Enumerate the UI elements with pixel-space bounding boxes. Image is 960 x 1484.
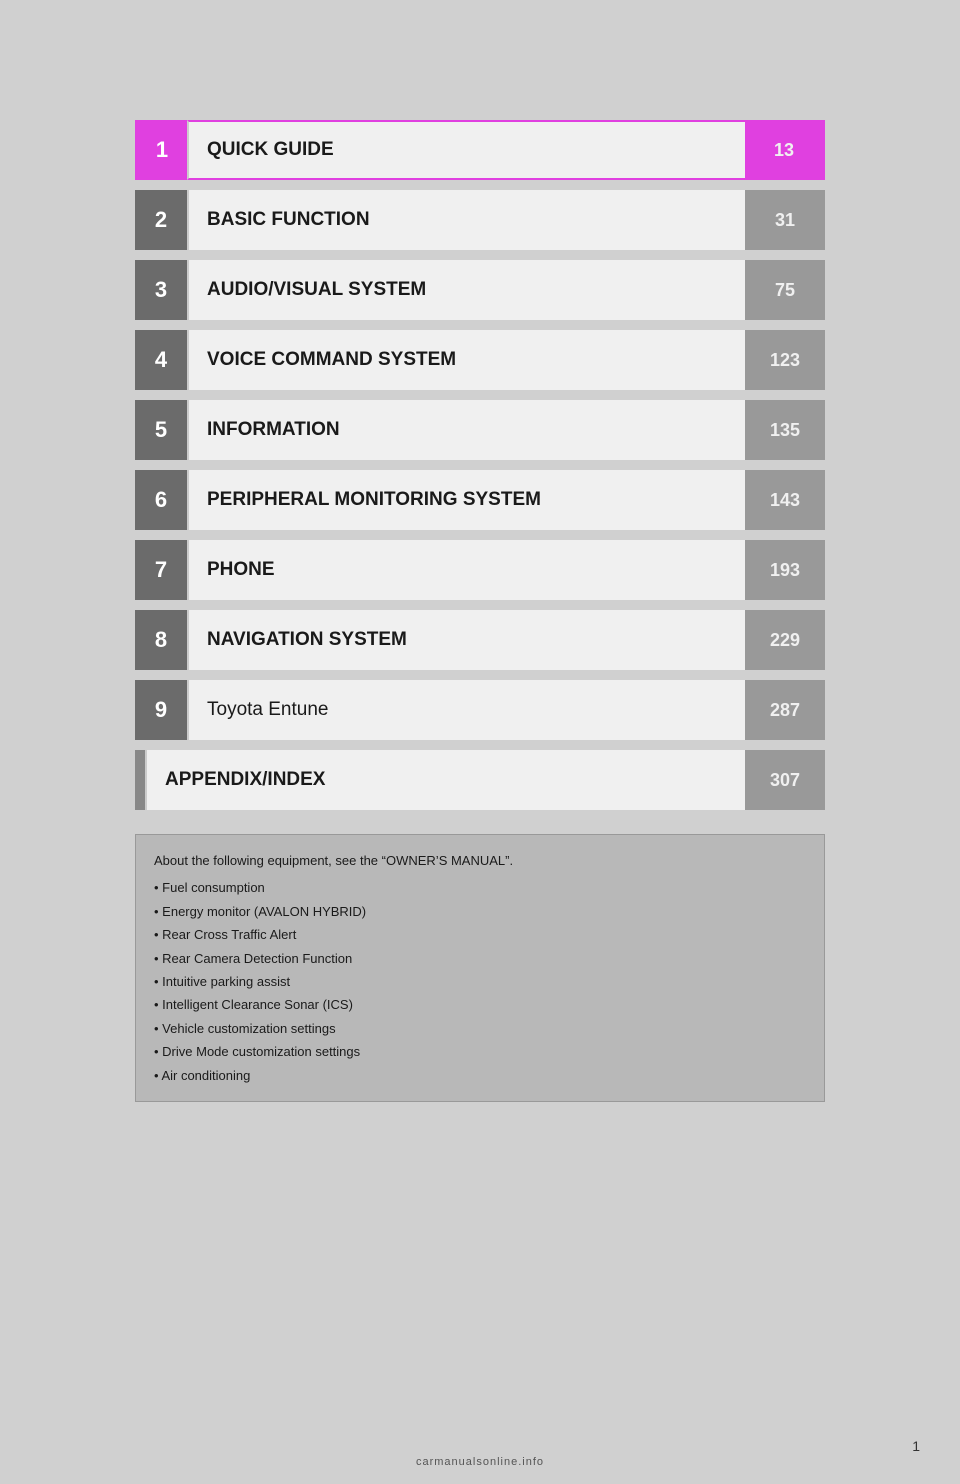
toc-number-9: 9	[135, 680, 187, 740]
toc-page-6: 143	[745, 470, 825, 530]
toc-title-1: QUICK GUIDE	[187, 120, 745, 180]
toc-title-appendix: APPENDIX/INDEX	[145, 750, 745, 810]
toc-page-4: 123	[745, 330, 825, 390]
toc-row-6[interactable]: 6 PERIPHERAL MONITORING SYSTEM 143	[135, 470, 825, 530]
info-item-8: Drive Mode customization settings	[154, 1040, 806, 1063]
toc-page-8: 229	[745, 610, 825, 670]
toc-row-4[interactable]: 4 VOICE COMMAND SYSTEM 123	[135, 330, 825, 390]
info-item-9: Air conditioning	[154, 1064, 806, 1087]
toc-title-9: Toyota Entune	[187, 680, 745, 740]
toc-number-4: 4	[135, 330, 187, 390]
toc-page-appendix: 307	[745, 750, 825, 810]
toc-number-6: 6	[135, 470, 187, 530]
toc-page-7: 193	[745, 540, 825, 600]
toc-page-1: 13	[745, 120, 825, 180]
info-item-4: Rear Camera Detection Function	[154, 947, 806, 970]
info-box: About the following equipment, see the “…	[135, 834, 825, 1102]
toc-number-appendix	[135, 750, 145, 810]
toc-row-1[interactable]: 1 QUICK GUIDE 13	[135, 120, 825, 180]
info-item-1: Fuel consumption	[154, 876, 806, 899]
page-container: 1 QUICK GUIDE 13 2 BASIC FUNCTION 31 3 A…	[0, 0, 960, 1484]
toc-number-1: 1	[135, 120, 187, 180]
toc-title-5: INFORMATION	[187, 400, 745, 460]
toc-row-appendix[interactable]: APPENDIX/INDEX 307	[135, 750, 825, 810]
toc-number-3: 3	[135, 260, 187, 320]
toc-row-7[interactable]: 7 PHONE 193	[135, 540, 825, 600]
watermark: carmanualsonline.info	[0, 1456, 960, 1468]
toc-page-3: 75	[745, 260, 825, 320]
page-number: 1	[912, 1438, 920, 1454]
info-item-3: Rear Cross Traffic Alert	[154, 923, 806, 946]
toc-container: 1 QUICK GUIDE 13 2 BASIC FUNCTION 31 3 A…	[135, 120, 825, 1102]
toc-page-9: 287	[745, 680, 825, 740]
toc-number-5: 5	[135, 400, 187, 460]
toc-title-6: PERIPHERAL MONITORING SYSTEM	[187, 470, 745, 530]
info-box-title: About the following equipment, see the “…	[154, 849, 806, 872]
toc-title-7: PHONE	[187, 540, 745, 600]
toc-title-3: AUDIO/VISUAL SYSTEM	[187, 260, 745, 320]
toc-row-9[interactable]: 9 Toyota Entune 287	[135, 680, 825, 740]
info-item-6: Intelligent Clearance Sonar (ICS)	[154, 993, 806, 1016]
toc-row-8[interactable]: 8 NAVIGATION SYSTEM 229	[135, 610, 825, 670]
info-box-list: Fuel consumption Energy monitor (AVALON …	[154, 876, 806, 1087]
toc-number-2: 2	[135, 190, 187, 250]
toc-number-7: 7	[135, 540, 187, 600]
toc-page-5: 135	[745, 400, 825, 460]
toc-title-8: NAVIGATION SYSTEM	[187, 610, 745, 670]
toc-row-3[interactable]: 3 AUDIO/VISUAL SYSTEM 75	[135, 260, 825, 320]
toc-title-4: VOICE COMMAND SYSTEM	[187, 330, 745, 390]
toc-row-2[interactable]: 2 BASIC FUNCTION 31	[135, 190, 825, 250]
toc-number-8: 8	[135, 610, 187, 670]
toc-title-2: BASIC FUNCTION	[187, 190, 745, 250]
toc-row-5[interactable]: 5 INFORMATION 135	[135, 400, 825, 460]
info-item-7: Vehicle customization settings	[154, 1017, 806, 1040]
info-item-5: Intuitive parking assist	[154, 970, 806, 993]
toc-page-2: 31	[745, 190, 825, 250]
info-item-2: Energy monitor (AVALON HYBRID)	[154, 900, 806, 923]
